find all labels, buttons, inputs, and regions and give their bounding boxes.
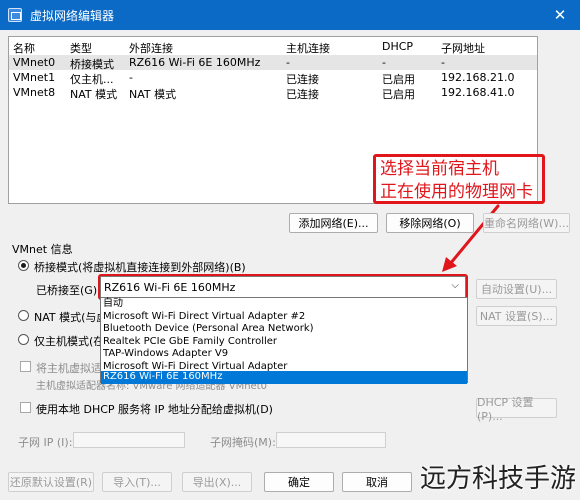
use-dhcp-label: 使用本地 DHCP 服务将 IP 地址分配给虚拟机(D) xyxy=(36,403,273,416)
connect-host-adapter-checkbox[interactable] xyxy=(20,361,31,372)
dhcp-settings-button[interactable]: DHCP 设置(P)... xyxy=(476,396,557,423)
nat-settings-button[interactable]: NAT 设置(S)... xyxy=(476,306,557,326)
host-only-radio[interactable] xyxy=(18,334,29,345)
rename-network-button[interactable]: 重命名网络(W)... xyxy=(483,213,570,233)
dropdown-option-auto[interactable]: 自动 xyxy=(101,298,467,311)
bridged-label: 桥接模式(将虚拟机直接连接到外部网络)(B) xyxy=(34,261,246,274)
subnet-ip-label: 子网 IP (I): xyxy=(18,436,73,449)
subnet-mask-input[interactable] xyxy=(276,432,386,448)
dropdown-option[interactable]: Microsoft Wi-Fi Direct Virtual Adapter #… xyxy=(101,311,467,324)
subnet-mask-label: 子网掩码(M): xyxy=(210,436,276,449)
export-button[interactable]: 导出(X)... xyxy=(182,472,252,492)
restore-defaults-button[interactable]: 还原默认设置(R) xyxy=(8,472,94,492)
remove-network-button[interactable]: 移除网络(O) xyxy=(386,213,474,233)
use-dhcp-checkbox[interactable] xyxy=(20,402,31,413)
vmnet-info-label: VMnet 信息 xyxy=(12,243,73,256)
subnet-ip-input[interactable] xyxy=(73,432,185,448)
cancel-button[interactable]: 取消 xyxy=(342,472,412,492)
nat-radio[interactable] xyxy=(18,310,29,321)
add-network-button[interactable]: 添加网络(E)... xyxy=(289,213,378,233)
dropdown-option[interactable]: Realtek PCIe GbE Family Controller xyxy=(101,336,467,349)
ok-button[interactable]: 确定 xyxy=(264,472,334,492)
import-button[interactable]: 导入(T)... xyxy=(102,472,172,492)
bridged-radio[interactable] xyxy=(18,260,29,271)
watermark: 远方科技手游 xyxy=(420,464,577,494)
nat-label: NAT 模式(与虚 xyxy=(34,311,108,324)
bridged-adapter-dropdown[interactable]: 自动 Microsoft Wi-Fi Direct Virtual Adapte… xyxy=(100,297,468,384)
dropdown-option[interactable]: Bluetooth Device (Personal Area Network) xyxy=(101,323,467,336)
dropdown-option[interactable]: TAP-Windows Adapter V9 xyxy=(101,348,467,361)
annotation-arrow xyxy=(442,204,500,272)
host-only-label: 仅主机模式(在 xyxy=(34,335,105,348)
connect-host-adapter-label: 将主机虚拟适 xyxy=(36,362,102,375)
bridged-to-label: 已桥接至(G): xyxy=(36,284,101,297)
dropdown-option-selected[interactable]: RZ616 Wi-Fi 6E 160MHz xyxy=(101,371,467,384)
auto-settings-button[interactable]: 自动设置(U)... xyxy=(476,279,557,299)
